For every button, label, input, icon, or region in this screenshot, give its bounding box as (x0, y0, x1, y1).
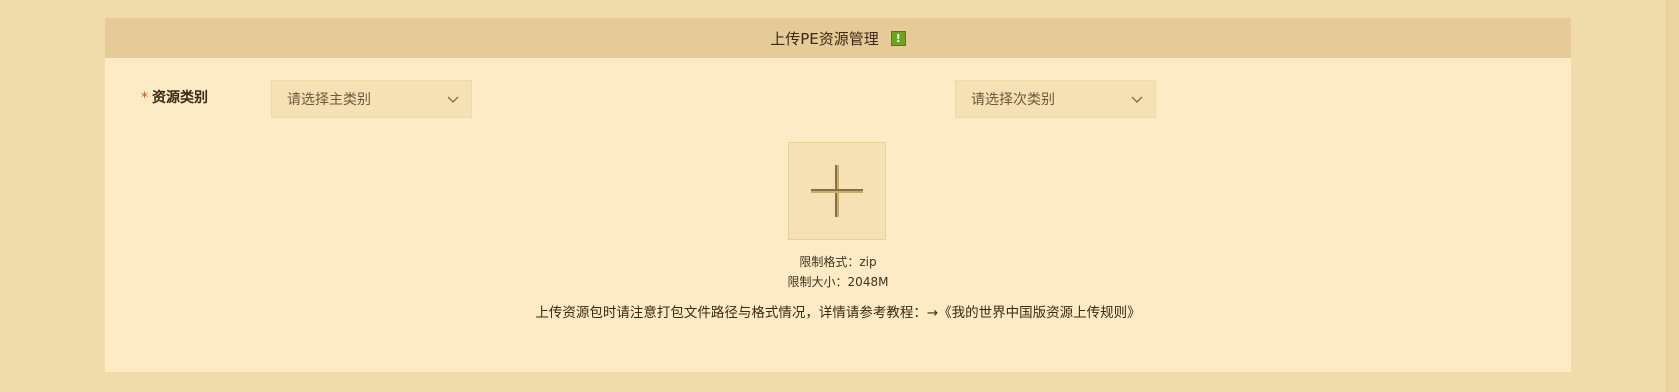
upload-button[interactable] (788, 142, 886, 240)
chevron-down-icon (447, 96, 459, 103)
format-hint: 限制格式：zip (799, 255, 877, 269)
primary-category-select[interactable]: 请选择主类别 (271, 80, 472, 118)
scrollbar[interactable] (1666, 0, 1679, 392)
required-mark: * (141, 90, 148, 106)
panel-title: 上传PE资源管理 (770, 29, 879, 48)
rules-link[interactable]: →《我的世界中国版资源上传规则》 (927, 305, 1141, 321)
secondary-category-select[interactable]: 请选择次类别 (955, 80, 1156, 118)
secondary-category-placeholder: 请选择次类别 (971, 92, 1055, 108)
chevron-down-icon (1131, 96, 1143, 103)
panel-header: 上传PE资源管理 ! (105, 18, 1571, 58)
primary-category-placeholder: 请选择主类别 (287, 92, 371, 108)
plus-icon (811, 165, 863, 217)
upload-notice: 上传资源包时请注意打包文件路径与格式情况，详情请参考教程：→《我的世界中国版资源… (105, 301, 1571, 321)
size-hint: 限制大小：2048M (787, 275, 889, 289)
page: 上传PE资源管理 ! * 资源类别 请选择主类别 请选择次类别 限制格式：zip… (0, 0, 1679, 392)
category-label-text: 资源类别 (152, 90, 208, 106)
upload-panel: 上传PE资源管理 ! * 资源类别 请选择主类别 请选择次类别 限制格式：zip… (105, 18, 1571, 372)
help-icon[interactable]: ! (890, 30, 906, 46)
category-label: * 资源类别 (141, 87, 208, 107)
notice-text: 上传资源包时请注意打包文件路径与格式情况，详情请参考教程： (535, 305, 927, 321)
